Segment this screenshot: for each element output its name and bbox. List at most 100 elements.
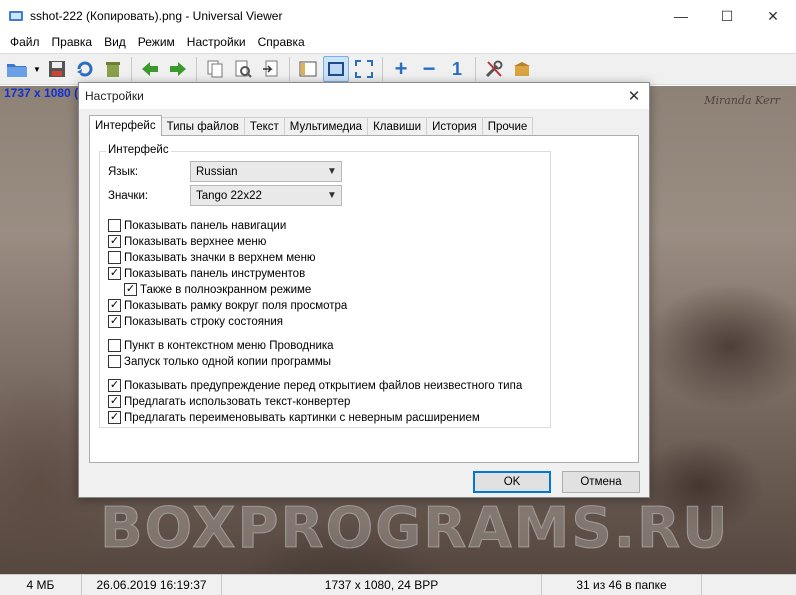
checkbox-explorer-menu[interactable]: Пункт в контекстном меню Проводника [108,339,334,352]
cancel-button[interactable]: Отмена [562,471,640,493]
status-position: 31 из 46 в папке [542,575,702,595]
settings-button[interactable] [481,56,507,82]
checkbox-toolbar[interactable]: ✓ Показывать панель инструментов [108,267,305,280]
checkbox-box[interactable] [108,219,121,232]
checkbox-view-border[interactable]: ✓ Показывать рамку вокруг поля просмотра [108,299,347,312]
checkmark-icon[interactable]: ✓ [108,299,121,312]
status-date: 26.06.2019 16:19:37 [82,575,222,595]
language-value: Russian [196,165,238,178]
checkbox-box[interactable] [108,251,121,264]
goto-button[interactable] [258,56,284,82]
chevron-down-icon: ▼ [327,190,337,201]
menu-settings[interactable]: Настройки [181,35,252,49]
checkbox-single-instance[interactable]: Запуск только одной копии программы [108,355,331,368]
plus-icon: + [394,56,408,81]
reload-button[interactable] [72,56,98,82]
checkmark-icon[interactable]: ✓ [108,395,121,408]
icons-select[interactable]: Tango 22x22 ▼ [190,185,342,206]
fullscreen-button[interactable] [351,56,377,82]
dialog-close-button[interactable]: ✕ [619,83,649,109]
menu-help[interactable]: Справка [252,35,311,49]
checkbox-label: Показывать рамку вокруг поля просмотра [124,299,348,312]
arrow-right-icon [170,62,186,76]
plugins-button[interactable] [509,56,535,82]
copy-button[interactable] [202,56,228,82]
settings-dialog: Настройки ✕ Интерфейс Типы файлов Текст … [78,82,650,498]
find-button[interactable] [230,56,256,82]
checkbox-label: Показывать значки в верхнем меню [124,251,316,264]
dialog-title: Настройки [85,89,144,103]
status-bar: 4 МБ 26.06.2019 16:19:37 1737 x 1080, 24… [0,574,796,595]
checkbox-text-converter[interactable]: ✓ Предлагать использовать текст-конверте… [108,395,350,408]
close-window-button[interactable]: ✕ [750,0,796,32]
tab-other[interactable]: Прочие [481,117,534,136]
copy-icon [207,60,223,78]
tab-keys[interactable]: Клавиши [367,117,428,136]
checkmark-icon[interactable]: ✓ [108,411,121,424]
minimize-button[interactable]: — [658,0,704,32]
status-dimensions: 1737 x 1080, 24 BPP [222,575,542,595]
dialog-title-bar: Настройки ✕ [79,83,649,109]
fullscreen-icon [355,60,373,78]
title-bar: sshot-222 (Копировать).png - Universal V… [0,0,796,32]
tab-history[interactable]: История [426,117,483,136]
checkbox-menu-icons[interactable]: Показывать значки в верхнем меню [108,251,316,264]
chevron-down-icon: ▼ [327,166,337,177]
checkbox-label: Показывать предупреждение перед открытие… [124,379,523,392]
checkmark-icon[interactable]: ✓ [108,315,121,328]
checkbox-label: Пункт в контекстном меню Проводника [124,339,334,352]
panel-toggle-button[interactable] [295,56,321,82]
checkbox-box[interactable] [108,355,121,368]
settings-tabs: Интерфейс Типы файлов Текст Мультимедиа … [89,115,534,136]
checkmark-icon[interactable]: ✓ [124,283,137,296]
open-dropdown-button[interactable]: ▼ [32,56,42,82]
checkbox-label: Также в полноэкранном режиме [140,283,312,296]
menu-file[interactable]: Файл [4,35,46,49]
open-folder-button[interactable] [4,56,30,82]
next-button[interactable] [165,56,191,82]
checkmark-icon[interactable]: ✓ [108,267,121,280]
icons-label: Значки: [108,189,149,202]
zoom-out-button[interactable]: − [416,56,442,82]
language-select[interactable]: Russian ▼ [190,161,342,182]
window-title: sshot-222 (Копировать).png - Universal V… [30,9,283,23]
toolbar-separator [196,57,197,81]
fit-window-button[interactable] [323,56,349,82]
tab-text[interactable]: Текст [243,117,285,136]
delete-button[interactable] [100,56,126,82]
previous-button[interactable] [137,56,163,82]
checkbox-unknown-type-warning[interactable]: ✓ Показывать предупреждение перед открыт… [108,379,522,392]
language-row: Язык: Russian ▼ [108,161,342,182]
actual-size-button[interactable]: 1 [444,56,470,82]
checkbox-top-menu[interactable]: ✓ Показывать верхнее меню [108,235,266,248]
interface-groupbox: Интерфейс Язык: Russian ▼ Значки: Tango … [99,144,551,428]
checkbox-label: Предлагать переименовывать картинки с не… [124,411,480,424]
interface-tab-panel: Интерфейс Язык: Russian ▼ Значки: Tango … [89,135,639,463]
menu-view[interactable]: Вид [98,35,132,49]
zoom-in-button[interactable]: + [388,56,414,82]
checkbox-rename-images[interactable]: ✓ Предлагать переименовывать картинки с … [108,411,480,424]
maximize-button[interactable]: ☐ [704,0,750,32]
ok-button[interactable]: OK [473,471,551,493]
tab-interface[interactable]: Интерфейс [89,115,162,136]
checkbox-label: Запуск только одной копии программы [124,355,332,368]
image-info-overlay: 1737 x 1080 ( [4,86,79,100]
menu-mode[interactable]: Режим [132,35,181,49]
toolbar-separator [131,57,132,81]
checkbox-nav-panel[interactable]: Показывать панель навигации [108,219,286,232]
box-icon [514,62,530,76]
minus-icon: − [422,56,436,81]
checkbox-status-bar[interactable]: ✓ Показывать строку состояния [108,315,283,328]
menu-edit[interactable]: Правка [46,35,99,49]
checkbox-box[interactable] [108,339,121,352]
checkbox-fullscreen-toolbar[interactable]: ✓ Также в полноэкранном режиме [124,283,311,296]
image-watermark: BOXPROGRAMS.RU [100,496,730,562]
checkmark-icon[interactable]: ✓ [108,379,121,392]
page-arrow-icon [263,60,278,77]
tab-multimedia[interactable]: Мультимедиа [283,117,369,136]
checkmark-icon[interactable]: ✓ [108,235,121,248]
tab-file-types[interactable]: Типы файлов [160,117,245,136]
toolbar-separator [475,57,476,81]
save-button[interactable] [44,56,70,82]
checkbox-label: Показывать панель навигации [124,219,287,232]
